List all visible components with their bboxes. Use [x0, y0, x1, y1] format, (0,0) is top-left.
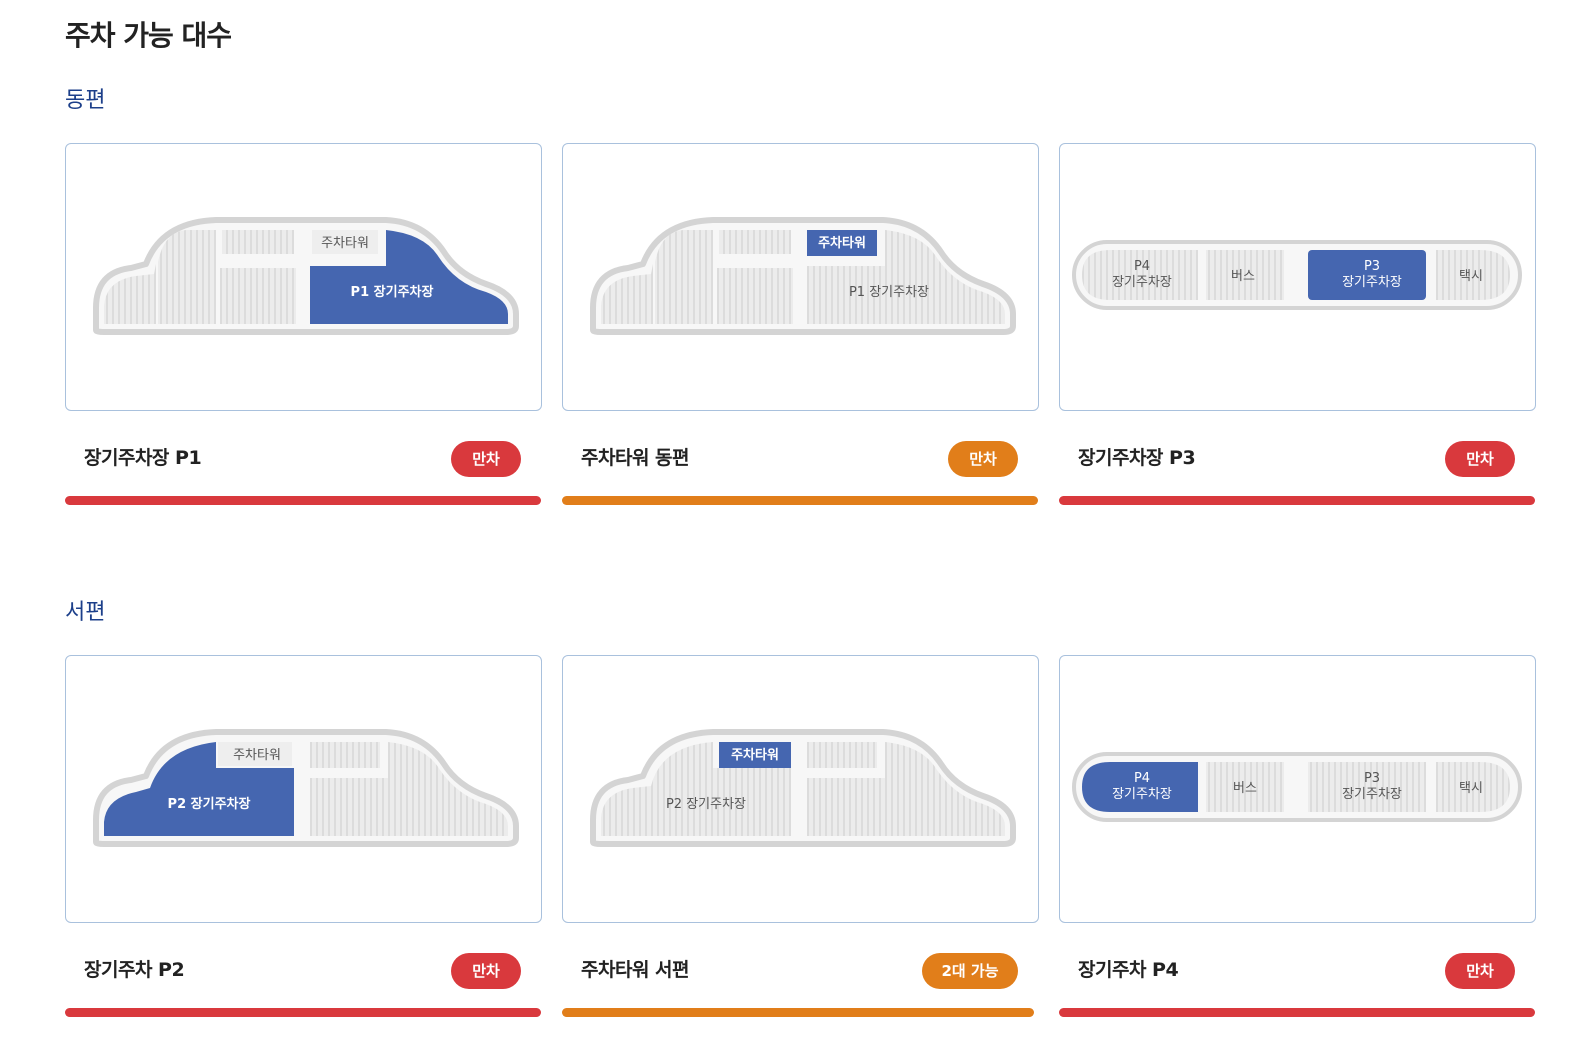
- bus-label: 버스: [1231, 269, 1255, 284]
- parking-map: P4 장기주차장 버스 P3 장기주차장 택시: [1059, 143, 1536, 411]
- occupancy-bar: [562, 496, 1038, 505]
- p3-label: P3: [1364, 771, 1380, 786]
- p4-label: 장기주차장: [1112, 275, 1172, 290]
- lot-label: P1 장기주차장: [849, 285, 929, 300]
- status-badge: 2대 가능: [922, 953, 1018, 989]
- occupancy-bar: [1059, 1008, 1535, 1017]
- lot-label: P1 장기주차장: [351, 284, 434, 300]
- bus-label: 버스: [1233, 781, 1257, 796]
- parking-name: 장기주차 P2: [84, 959, 185, 981]
- taxi-label: 택시: [1459, 781, 1483, 796]
- section-title-west: 서편: [65, 600, 106, 625]
- p4-label: P4: [1134, 259, 1150, 274]
- parking-name: 주차타워 동편: [581, 447, 690, 469]
- p4-label: 장기주차장: [1112, 787, 1172, 802]
- parking-name: 장기주차장 P3: [1078, 447, 1196, 469]
- occupancy-bar: [562, 1008, 1034, 1017]
- occupancy-bar: [65, 496, 541, 505]
- occupancy-bar: [65, 1008, 541, 1017]
- status-badge: 만차: [948, 441, 1018, 477]
- parking-name: 주차타워 서편: [581, 959, 690, 981]
- status-badge: 만차: [451, 953, 521, 989]
- tower-label: 주차타워: [233, 748, 281, 763]
- tower-label: 주차타워: [818, 235, 866, 251]
- status-badge: 만차: [451, 441, 521, 477]
- parking-map: P2 장기주차장 주차타워: [562, 655, 1039, 923]
- parking-name: 장기주차 P4: [1078, 959, 1179, 981]
- p3-label: 장기주차장: [1342, 787, 1402, 802]
- occupancy-bar: [1059, 496, 1535, 505]
- lot-label: P2 장기주차장: [168, 796, 251, 812]
- parking-map: P2 장기주차장 주차타워: [65, 655, 542, 923]
- parking-map: 주차타워 P1 장기주차장: [65, 143, 542, 411]
- parking-name: 장기주차장 P1: [84, 447, 202, 469]
- parking-map: 주차타워 P1 장기주차장: [562, 143, 1039, 411]
- tower-label: 주차타워: [731, 747, 779, 763]
- status-badge: 만차: [1445, 953, 1515, 989]
- page-title: 주차 가능 대수: [65, 19, 232, 52]
- p4-label: P4: [1134, 771, 1150, 786]
- status-badge: 만차: [1445, 441, 1515, 477]
- taxi-label: 택시: [1459, 269, 1483, 284]
- parking-map: P4 장기주차장 버스 P3 장기주차장 택시: [1059, 655, 1536, 923]
- p3-label: P3: [1364, 259, 1380, 274]
- p3-label: 장기주차장: [1342, 275, 1402, 290]
- lot-label: P2 장기주차장: [666, 797, 746, 812]
- tower-label: 주차타워: [321, 236, 369, 251]
- section-title-east: 동편: [65, 88, 106, 113]
